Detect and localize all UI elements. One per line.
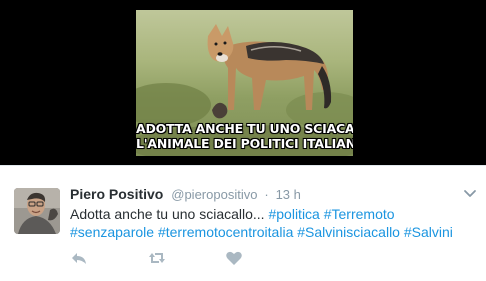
reply-icon[interactable] [70, 249, 88, 267]
hashtag-link[interactable]: #Terremoto [324, 206, 395, 222]
author-name[interactable]: Piero Positivo [70, 186, 163, 202]
separator-dot: · [264, 187, 269, 202]
avatar[interactable] [14, 188, 60, 234]
tweet-actions [70, 249, 270, 267]
media-container: ADOTTA ANCHE TU UNO SCIACALLO, L'ANIMALE… [0, 0, 486, 165]
hashtag-link[interactable]: #senzaparole [70, 224, 154, 240]
chevron-down-icon[interactable] [463, 188, 477, 198]
avatar-photo [14, 188, 60, 234]
tweet-text-plain: Adotta anche tu uno sciacallo... [70, 206, 269, 222]
author-handle[interactable]: @pieropositivo [171, 187, 257, 202]
heart-icon[interactable] [225, 249, 243, 267]
hashtag-link[interactable]: #Salvinisciacallo [297, 224, 400, 240]
hashtag-link[interactable]: #terremotocentroitalia [158, 224, 293, 240]
hashtag-link[interactable]: #Salvini [404, 224, 453, 240]
meme-caption-line2: L'ANIMALE DEI POLITICI ITALIANI [136, 136, 353, 151]
retweet-icon[interactable] [148, 249, 166, 267]
tweet-text: Adotta anche tu uno sciacallo... #politi… [70, 205, 475, 241]
tweet-timestamp[interactable]: 13 h [276, 187, 301, 202]
tweet-header: Piero Positivo @pieropositivo · 13 h [70, 185, 301, 204]
tweet-image[interactable]: ADOTTA ANCHE TU UNO SCIACALLO, L'ANIMALE… [136, 10, 353, 156]
meme-caption-line1: ADOTTA ANCHE TU UNO SCIACALLO, [136, 121, 353, 136]
hashtag-link[interactable]: #politica [268, 206, 319, 222]
tweet-card: Piero Positivo @pieropositivo · 13 h Ado… [0, 165, 486, 281]
